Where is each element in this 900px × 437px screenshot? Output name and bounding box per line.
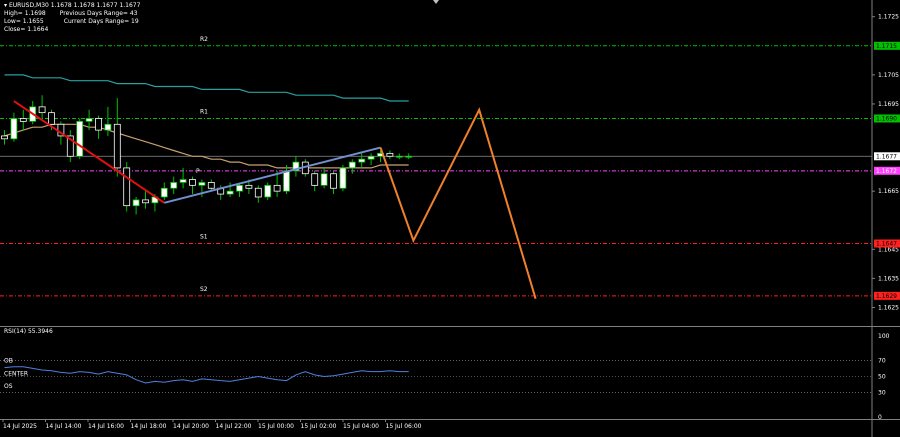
price-axis-label: 1.1635 (878, 275, 899, 282)
level-price-tag-text: 1.1629 (876, 293, 897, 300)
candle-body[interactable] (358, 158, 366, 163)
current-range-text: Current Days Range= 19 (63, 18, 139, 25)
candle-body[interactable] (236, 184, 243, 192)
time-axis-label: 14 Jul 22:00 (216, 423, 252, 430)
price-axis-label: 1.1705 (878, 72, 899, 79)
level-label-r1: R1 (200, 108, 208, 115)
level-label-p: P (196, 168, 200, 175)
candle-body[interactable] (160, 187, 168, 198)
price-chart[interactable]: 1.17251.17051.16951.16651.16451.16351.16… (0, 0, 900, 437)
rsi-axis-label: 100 (878, 333, 890, 340)
time-axis-label: 14 Jul 18:00 (131, 423, 167, 430)
level-price-tag-text: 1.1672 (876, 168, 897, 175)
level-label-s1: S1 (200, 234, 208, 241)
level-price-tag-text: 1.1647 (876, 241, 897, 248)
rsi-ob-label: OB (4, 357, 13, 364)
low-text: Low= 1.1655 (4, 18, 44, 25)
time-axis-label: 15 Jul 04:00 (343, 423, 379, 430)
previous-range-text: Previous Days Range= 43 (59, 10, 138, 17)
price-axis-label: 1.1625 (878, 304, 899, 311)
rsi-axis-label: 0 (878, 414, 882, 421)
candle-body[interactable] (339, 167, 347, 189)
trading-chart-window: 1.1725 1.1705 1.1695 1.1665 1.1645 1.1635 1.16… (0, 0, 900, 437)
candle-body[interactable] (245, 184, 253, 189)
candle-body[interactable] (207, 182, 215, 189)
symbol-ohlc-text: EURUSD,M30 1.1678 1.1678 1.1677 1.1677 (8, 2, 141, 9)
time-axis-label: 14 Jul 20:00 (173, 423, 209, 430)
candle-body[interactable] (76, 120, 84, 157)
projection-zigzag-line[interactable] (379, 107, 537, 299)
level-price-tag-text: 1.1690 (876, 115, 897, 122)
candle-body[interactable] (1, 135, 8, 140)
candle-body[interactable] (170, 182, 178, 189)
close-text: Close= 1.1664 (4, 26, 49, 33)
level-label-s2: S2 (200, 286, 208, 293)
candle-body[interactable] (330, 173, 337, 189)
candle-body[interactable] (123, 167, 131, 207)
rsi-axis-label: 70 (878, 357, 886, 364)
candle-body[interactable] (189, 179, 196, 186)
moving-average-slow-line (4, 74, 409, 102)
rsi-os-label: OS (4, 383, 13, 390)
high-text: High= 1.1698 (4, 10, 46, 17)
candle-body[interactable] (132, 199, 140, 207)
candle-body[interactable] (38, 106, 46, 114)
rsi-line (4, 366, 409, 384)
symbol-info-panel: ▾ EURUSD,M30 1.1678 1.1678 1.1677 1.1677… (4, 2, 140, 34)
time-axis-label: 14 Jul 14:00 (46, 423, 82, 430)
candle-body[interactable] (104, 123, 112, 131)
candle-body[interactable] (311, 173, 319, 186)
level-price-tag-text: 1.1715 (876, 43, 897, 50)
candle-body[interactable] (113, 123, 121, 169)
candle-body[interactable] (386, 152, 394, 157)
current-price-tag-text: 1.1677 (876, 153, 897, 160)
candle-body[interactable] (48, 112, 55, 125)
candle-body[interactable] (19, 118, 27, 122)
price-axis-label: 1.1665 (878, 188, 899, 195)
candle-body[interactable] (273, 184, 281, 192)
shift-marker-icon[interactable] (433, 0, 439, 4)
time-axis-label: 15 Jul 02:00 (301, 423, 337, 430)
candle-body[interactable] (198, 182, 206, 186)
time-axis-label: 14 Jul 16:00 (88, 423, 124, 430)
candle-body[interactable] (226, 190, 234, 195)
time-axis-label: 15 Jul 06:00 (386, 423, 422, 430)
moving-average-fast-line (4, 123, 409, 169)
symbol-dropdown-icon[interactable]: ▾ (4, 2, 7, 9)
candle-body[interactable] (10, 118, 18, 140)
candle-body[interactable] (348, 161, 356, 169)
candle-body[interactable] (320, 173, 328, 186)
candle-body[interactable] (95, 118, 102, 131)
price-axis-label: 1.1695 (878, 101, 899, 108)
time-axis-label: 14 Jul 2025 (3, 423, 37, 430)
candle-body[interactable] (85, 118, 93, 122)
candle-body[interactable] (179, 179, 187, 183)
candle-body[interactable] (405, 155, 413, 158)
candle-body[interactable] (367, 155, 375, 160)
level-label-r2: R2 (200, 36, 208, 43)
candle-body[interactable] (254, 187, 262, 198)
candle-body[interactable] (264, 184, 272, 198)
rsi-title: RSI(14) 55.3946 (4, 328, 53, 335)
candle-body[interactable] (283, 170, 290, 192)
rsi-axis-label: 30 (878, 390, 886, 397)
rsi-axis-label: 50 (878, 374, 886, 381)
candle-body[interactable] (142, 199, 149, 204)
candle-body[interactable] (395, 155, 403, 158)
time-axis-label: 15 Jul 00:00 (258, 423, 294, 430)
price-axis-label: 1.1725 (878, 14, 899, 21)
rsi-center-label: CENTER (4, 371, 28, 378)
